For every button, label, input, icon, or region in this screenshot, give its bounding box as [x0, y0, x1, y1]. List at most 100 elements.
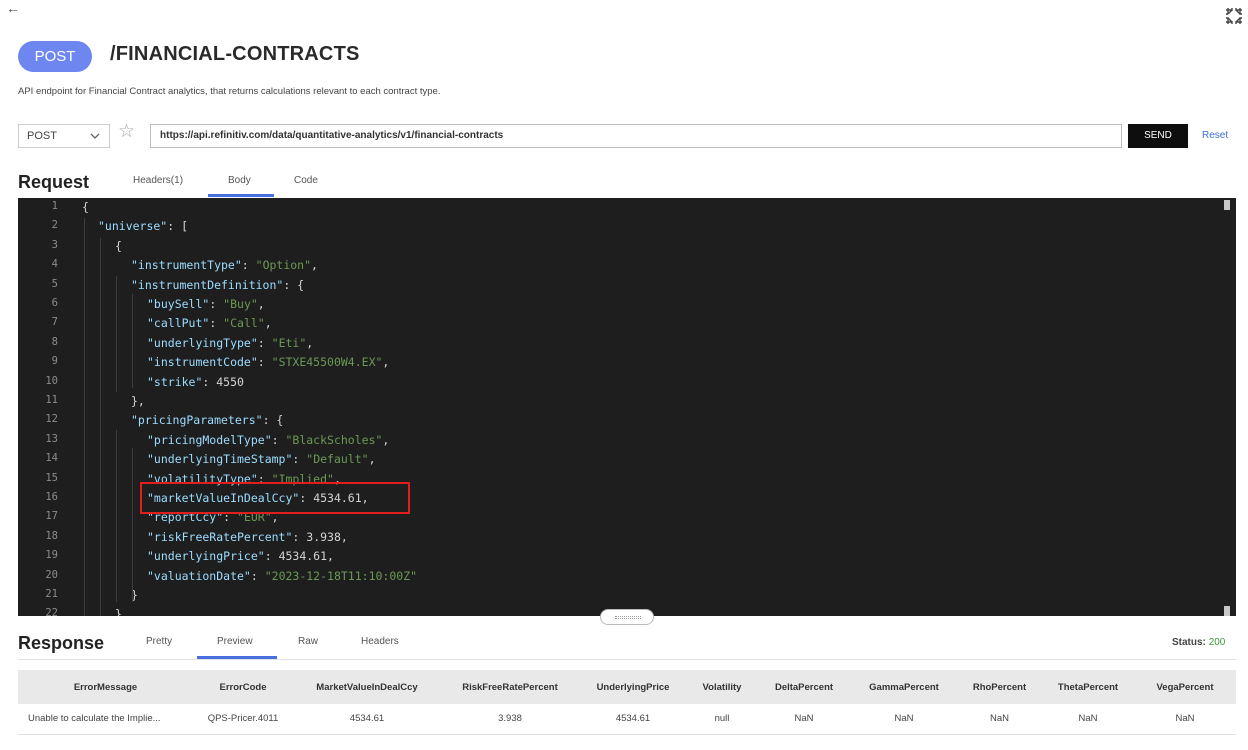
tab-preview[interactable]: Preview — [217, 636, 253, 647]
line-number-gutter: 1 2 3 4 5 6 7 8 9 10 11 12 13 14 15 16 17 18 19 20 21 22 — [18, 198, 82, 616]
column-header[interactable]: ThetaPercent — [1042, 670, 1134, 704]
request-title: Request — [18, 172, 90, 192]
line-number: 2 — [51, 219, 58, 232]
indent-guide — [116, 430, 117, 602]
line-number: 1 — [51, 200, 58, 212]
json-punctuation: : — [250, 568, 265, 583]
code-line: "instrumentDefinition": { — [131, 278, 304, 292]
json-punctuation: : — [264, 549, 279, 564]
json-key: "underlyingPrice" — [147, 549, 265, 564]
code-line: "buySell": "Buy", — [147, 297, 265, 311]
tab-headers[interactable]: Headers(1) — [133, 175, 183, 186]
column-header[interactable]: UnderlyingPrice — [579, 670, 687, 704]
method-select-value: POST — [27, 130, 57, 142]
column-header[interactable]: ErrorCode — [193, 670, 293, 704]
tab-pretty[interactable]: Pretty — [146, 636, 172, 647]
editor-scrollbar-bottom[interactable] — [1224, 606, 1230, 616]
method-badge: POST — [18, 41, 92, 72]
column-header[interactable]: DeltaPercent — [757, 670, 851, 704]
json-string: "Default" — [306, 452, 369, 467]
column-header[interactable]: VegaPercent — [1134, 670, 1236, 704]
column-header[interactable]: GammaPercent — [851, 670, 957, 704]
json-punctuation: { — [82, 200, 89, 214]
json-key: "callPut" — [147, 316, 210, 331]
editor-resize-handle[interactable] — [600, 609, 654, 625]
cell-error-message: Unable to calculate the Implie... — [18, 704, 193, 735]
line-number: 17 — [45, 510, 58, 523]
line-number: 22 — [45, 607, 58, 616]
tab-body[interactable]: Body — [228, 175, 251, 186]
cell-theta: NaN — [1042, 704, 1134, 735]
code-line: } — [115, 607, 122, 616]
code-line: "riskFreeRatePercent": 3.938, — [147, 530, 348, 544]
send-button[interactable]: SEND — [1128, 124, 1188, 148]
json-key: "underlyingType" — [147, 335, 258, 350]
json-key: "pricingModelType" — [147, 432, 272, 447]
json-key: "instrumentDefinition" — [131, 277, 284, 292]
expand-arrows-icon[interactable] — [1224, 6, 1244, 26]
method-select[interactable]: POST — [18, 124, 110, 148]
json-string: "Eti" — [271, 335, 307, 350]
tab-raw[interactable]: Raw — [298, 636, 318, 647]
status-code: 200 — [1208, 637, 1226, 648]
code-line: "underlyingPrice": 4534.61, — [147, 549, 334, 563]
endpoint-description: API endpoint for Financial Contract anal… — [18, 86, 441, 97]
request-body-editor[interactable]: 1 2 3 4 5 6 7 8 9 10 11 12 13 14 15 16 17 18 19 20 21 22 {"un… — [18, 198, 1236, 616]
editor-scrollbar-top[interactable] — [1224, 200, 1230, 210]
json-punctuation: : { — [283, 277, 305, 292]
reset-link[interactable]: Reset — [1202, 130, 1228, 141]
code-line: }, — [131, 394, 145, 408]
json-punctuation: : — [209, 297, 224, 311]
line-number: 7 — [51, 316, 58, 329]
code-line: "underlyingTimeStamp": "Default", — [147, 452, 376, 466]
column-header[interactable]: RhoPercent — [957, 670, 1042, 704]
indent-guide — [132, 294, 133, 388]
json-punctuation: , — [311, 258, 318, 273]
json-punctuation: : — [209, 316, 224, 331]
table-header-row: ErrorMessage ErrorCode MarketValueInDeal… — [18, 670, 1236, 704]
json-punctuation: , — [327, 549, 334, 564]
line-number: 8 — [51, 335, 58, 348]
url-input[interactable]: https://api.refinitiv.com/data/quantitat… — [150, 124, 1122, 148]
line-number: 15 — [45, 471, 58, 484]
code-line: "pricingParameters": { — [131, 413, 283, 427]
json-punctuation: , — [306, 335, 314, 350]
json-punctuation: : — [257, 355, 272, 370]
indent-guide — [84, 218, 85, 616]
line-number: 5 — [51, 277, 58, 290]
json-punctuation: , — [368, 452, 376, 467]
tab-code[interactable]: Code — [294, 175, 318, 186]
indent-guide — [100, 238, 101, 616]
back-arrow-icon[interactable]: ← — [6, 0, 20, 16]
line-number: 10 — [45, 374, 58, 387]
json-key: "strike" — [147, 374, 203, 389]
json-key: "universe" — [98, 219, 168, 234]
json-punctuation: : — [292, 529, 307, 544]
json-string: "STXE45500W4.EX" — [271, 355, 383, 370]
column-header[interactable]: RiskFreeRatePercent — [441, 670, 579, 704]
response-title: Response — [18, 633, 105, 653]
line-number: 6 — [51, 297, 58, 309]
json-punctuation: { — [115, 238, 122, 253]
json-punctuation: : — [271, 432, 286, 447]
code-line: { — [115, 239, 122, 253]
indent-guide — [132, 448, 133, 602]
response-preview-table: ErrorMessage ErrorCode MarketValueInDeal… — [18, 670, 1236, 735]
line-number: 3 — [51, 238, 58, 251]
code-line: "instrumentCode": "STXE45500W4.EX", — [147, 355, 389, 369]
json-key: "valuationDate" — [147, 568, 251, 583]
favorite-star-icon[interactable]: ☆ — [118, 121, 135, 143]
tab-response-headers[interactable]: Headers — [361, 636, 399, 647]
json-punctuation: : — [292, 452, 307, 467]
json-punctuation: , — [340, 529, 348, 544]
code-line: "pricingModelType": "BlackScholes", — [147, 433, 389, 447]
line-number: 16 — [45, 491, 58, 503]
code-line: "instrumentType": "Option", — [131, 258, 318, 272]
column-header[interactable]: MarketValueInDealCcy — [293, 670, 441, 704]
highlight-annotation-box — [140, 482, 410, 514]
status-label: Status: — [1172, 637, 1206, 648]
column-header[interactable]: Volatility — [687, 670, 757, 704]
cell-vega: NaN — [1134, 704, 1236, 735]
column-header[interactable]: ErrorMessage — [18, 670, 193, 704]
cell-volatility: null — [687, 704, 757, 735]
